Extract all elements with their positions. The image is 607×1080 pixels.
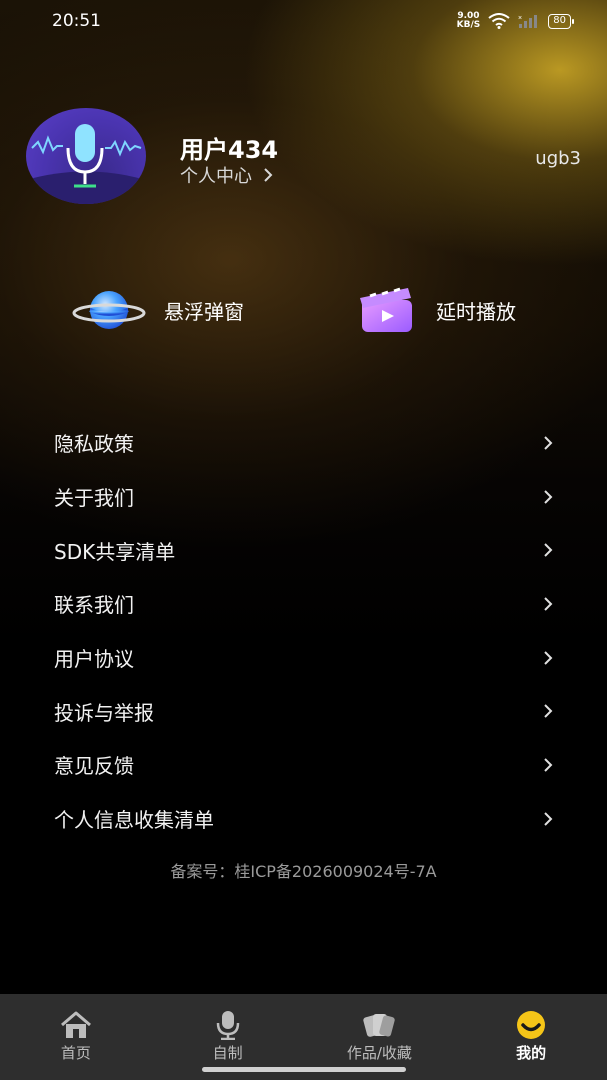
menu-item-label: 用户协议 (54, 647, 134, 672)
status-icons: 9.00 KB/S × 80 (457, 12, 574, 30)
cards-icon (363, 1014, 396, 1037)
profile-section: 用户434 个人中心 ugb3 (26, 108, 581, 204)
icp-record: 备案号：桂ICP备2026009024号-7A (170, 862, 437, 881)
chevron-right-icon (544, 811, 553, 826)
chevron-right-icon (544, 543, 553, 557)
chevron-right-icon (544, 436, 553, 450)
chevron-right-icon (544, 597, 553, 611)
tab-label: 我的 (516, 1044, 547, 1062)
chevron-right-icon (544, 758, 553, 772)
wifi-icon (488, 13, 510, 29)
menu-item-label: 关于我们 (54, 486, 134, 511)
personal-center-link[interactable]: 个人中心 (180, 162, 274, 188)
microphone-icon (216, 1011, 239, 1040)
tab-label: 作品/收藏 (346, 1044, 412, 1062)
home-indicator[interactable] (202, 1067, 406, 1072)
status-bar: 20:51 9.00 KB/S × 80 (0, 0, 607, 42)
floating-window-button[interactable]: 悬浮弹窗 (72, 280, 244, 340)
user-id: ugb3 (535, 148, 581, 169)
menu-item-personal-info-list[interactable]: 个人信息收集清单 (0, 792, 607, 846)
menu-item-label: 意见反馈 (54, 754, 134, 779)
svg-text:×: × (518, 15, 522, 22)
delayed-playback-button[interactable]: 延时播放 (356, 280, 516, 340)
planet-icon (72, 291, 146, 329)
settings-menu: 隐私政策 关于我们 SDK共享清单 联系我们 用户协议 投诉与举报 意见反馈 个… (0, 416, 607, 846)
battery-indicator: 80 (548, 13, 574, 29)
avatar[interactable] (26, 108, 146, 204)
menu-item-feedback[interactable]: 意见反馈 (0, 738, 607, 792)
status-time: 20:51 (52, 11, 101, 31)
menu-item-privacy-policy[interactable]: 隐私政策 (0, 416, 607, 470)
tab-label: 首页 (60, 1044, 91, 1062)
microphone-avatar-icon (26, 124, 146, 204)
tab-home[interactable]: 首页 (0, 1010, 152, 1080)
menu-item-label: 投诉与举报 (54, 700, 154, 725)
menu-item-label: 隐私政策 (54, 432, 134, 457)
floating-window-label: 悬浮弹窗 (164, 299, 244, 324)
chevron-right-icon (544, 489, 553, 504)
chevron-right-icon (544, 704, 553, 718)
video-clip-icon (360, 287, 412, 332)
menu-item-label: 联系我们 (54, 593, 134, 618)
menu-item-sdk-list[interactable]: SDK共享清单 (0, 523, 607, 577)
menu-item-report[interactable]: 投诉与举报 (0, 684, 607, 738)
menu-item-user-agreement[interactable]: 用户协议 (0, 631, 607, 685)
delayed-playback-label: 延时播放 (436, 299, 516, 324)
signal-icon: × (518, 15, 538, 28)
personal-center-label: 个人中心 (180, 166, 252, 187)
feature-shortcuts: 悬浮弹窗 延时播放 (0, 280, 607, 340)
chevron-right-icon (264, 168, 273, 182)
smile-icon (517, 1011, 546, 1039)
net-speed: 9.00 KB/S (457, 12, 481, 30)
tab-label: 自制 (212, 1044, 243, 1062)
net-speed-unit: KB/S (456, 20, 481, 30)
user-name: 用户434 (180, 136, 279, 164)
tab-mine[interactable]: 我的 (455, 1010, 607, 1080)
home-icon (60, 1011, 91, 1038)
menu-item-about-us[interactable]: 关于我们 (0, 470, 607, 524)
menu-item-label: 个人信息收集清单 (54, 808, 214, 833)
menu-item-label: SDK共享清单 (54, 539, 176, 564)
menu-item-contact-us[interactable]: 联系我们 (0, 577, 607, 631)
chevron-right-icon (544, 650, 553, 665)
